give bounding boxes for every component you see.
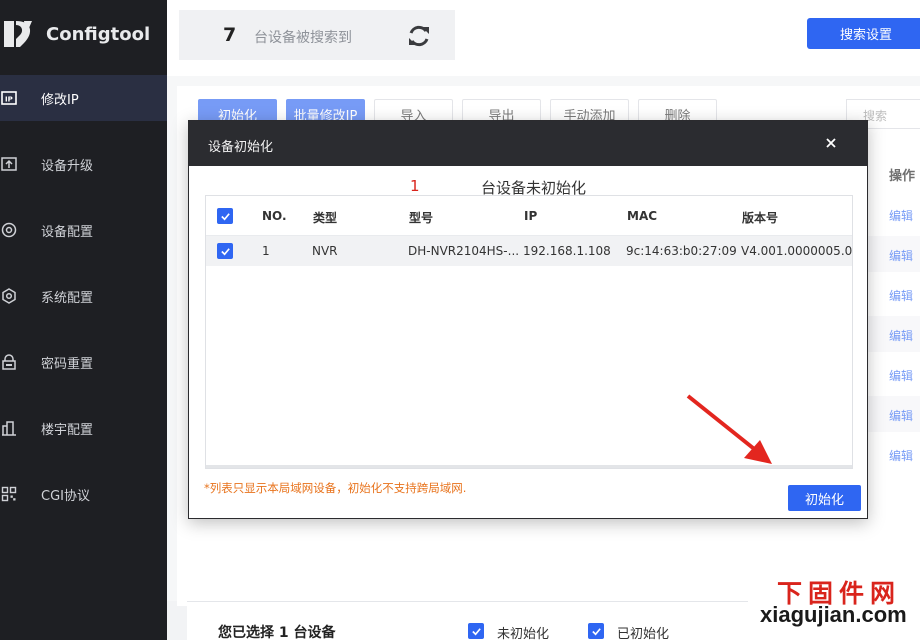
dialog-header: 设备初始化	[189, 121, 867, 166]
table-row[interactable]: 1 NVR DH-NVR2104HS-... 192.168.1.108 9c:…	[206, 236, 852, 266]
app-name: Configtool	[46, 23, 151, 45]
target-icon	[0, 221, 18, 239]
sidebar-item-label: 设备配置	[41, 224, 94, 240]
sidebar-item-label: 设备升级	[41, 158, 94, 174]
cell-ip: 192.168.1.108	[523, 244, 611, 258]
sidebar-item-device-upgrade[interactable]: 设备升级	[0, 141, 167, 187]
column-header-version: 版本号	[742, 211, 779, 225]
column-header-mac: MAC	[627, 209, 658, 223]
lock-icon	[0, 353, 18, 371]
cell-model: DH-NVR2104HS-...	[408, 244, 520, 258]
sidebar-item-device-config[interactable]: 设备配置	[0, 207, 167, 253]
row-checkbox[interactable]	[217, 243, 233, 259]
watermark-en: xiagujian.com	[760, 602, 907, 627]
cell-version: V4.001.0000005.0	[741, 244, 853, 258]
configtool-logo-icon	[4, 21, 32, 47]
initialize-confirm-button[interactable]: 初始化	[788, 485, 861, 511]
check-icon	[471, 627, 481, 635]
red-arrow-annotation	[686, 394, 772, 464]
initialized-filter-label: 已初始化	[617, 627, 670, 640]
sidebar-item-modify-ip[interactable]: IP 修改IP	[0, 75, 167, 121]
check-icon	[591, 627, 601, 635]
check-icon	[220, 212, 230, 220]
column-header-ip: IP	[524, 209, 538, 223]
svg-text:IP: IP	[5, 96, 13, 104]
sidebar-item-label: 系统配置	[41, 290, 94, 306]
building-icon	[0, 419, 18, 437]
cell-no: 1	[262, 244, 270, 258]
cell-mac: 9c:14:63:b0:27:09	[626, 244, 737, 258]
grid-icon	[0, 485, 18, 503]
column-header-type: 类型	[313, 211, 338, 225]
brand: Configtool	[0, 0, 167, 68]
device-count: 7	[223, 24, 237, 46]
column-header-model: 型号	[409, 211, 434, 225]
table-header: NO. 类型 型号 IP MAC 版本号	[206, 196, 852, 236]
uninitialized-filter-label: 未初始化	[497, 627, 550, 640]
sidebar-item-building-config[interactable]: 楼宇配置	[0, 405, 167, 451]
device-count-label: 台设备被搜索到	[254, 30, 352, 46]
close-icon[interactable]	[823, 135, 839, 151]
hexagon-gear-icon	[0, 287, 18, 305]
sidebar-item-label: 密码重置	[41, 356, 94, 372]
lan-note: *列表只显示本局域网设备，初始化不支持跨局域网.	[204, 481, 467, 495]
uninitialized-count: 1	[410, 177, 420, 195]
column-header-no: NO.	[262, 209, 287, 223]
sidebar-item-label: CGI协议	[41, 488, 90, 504]
top-bar: 7 台设备被搜索到 搜索设置	[167, 0, 920, 76]
select-all-checkbox[interactable]	[217, 208, 233, 224]
search-settings-button[interactable]: 搜索设置	[807, 18, 920, 49]
device-count-panel: 7 台设备被搜索到	[179, 10, 455, 60]
sidebar-item-password-reset[interactable]: 密码重置	[0, 339, 167, 385]
sidebar-item-label: 楼宇配置	[41, 422, 94, 438]
check-icon	[220, 247, 230, 255]
sidebar: Configtool IP 修改IP 设备升级 设备配置 系统配置 密码重置 楼…	[0, 0, 167, 640]
uninitialized-filter-checkbox[interactable]	[468, 623, 484, 639]
upload-icon	[0, 155, 18, 173]
initialized-filter-checkbox[interactable]	[588, 623, 604, 639]
watermark: 下固件网 xiagujian.com	[748, 572, 920, 640]
selected-count-text: 您已选择 1 台设备	[218, 625, 336, 640]
sidebar-item-cgi-protocol[interactable]: CGI协议	[0, 471, 167, 517]
cell-type: NVR	[312, 244, 338, 258]
refresh-icon[interactable]	[405, 22, 433, 50]
sidebar-item-system-config[interactable]: 系统配置	[0, 273, 167, 319]
ip-icon: IP	[0, 89, 18, 107]
dialog-title: 设备初始化	[208, 140, 274, 155]
sidebar-item-label: 修改IP	[41, 92, 79, 108]
